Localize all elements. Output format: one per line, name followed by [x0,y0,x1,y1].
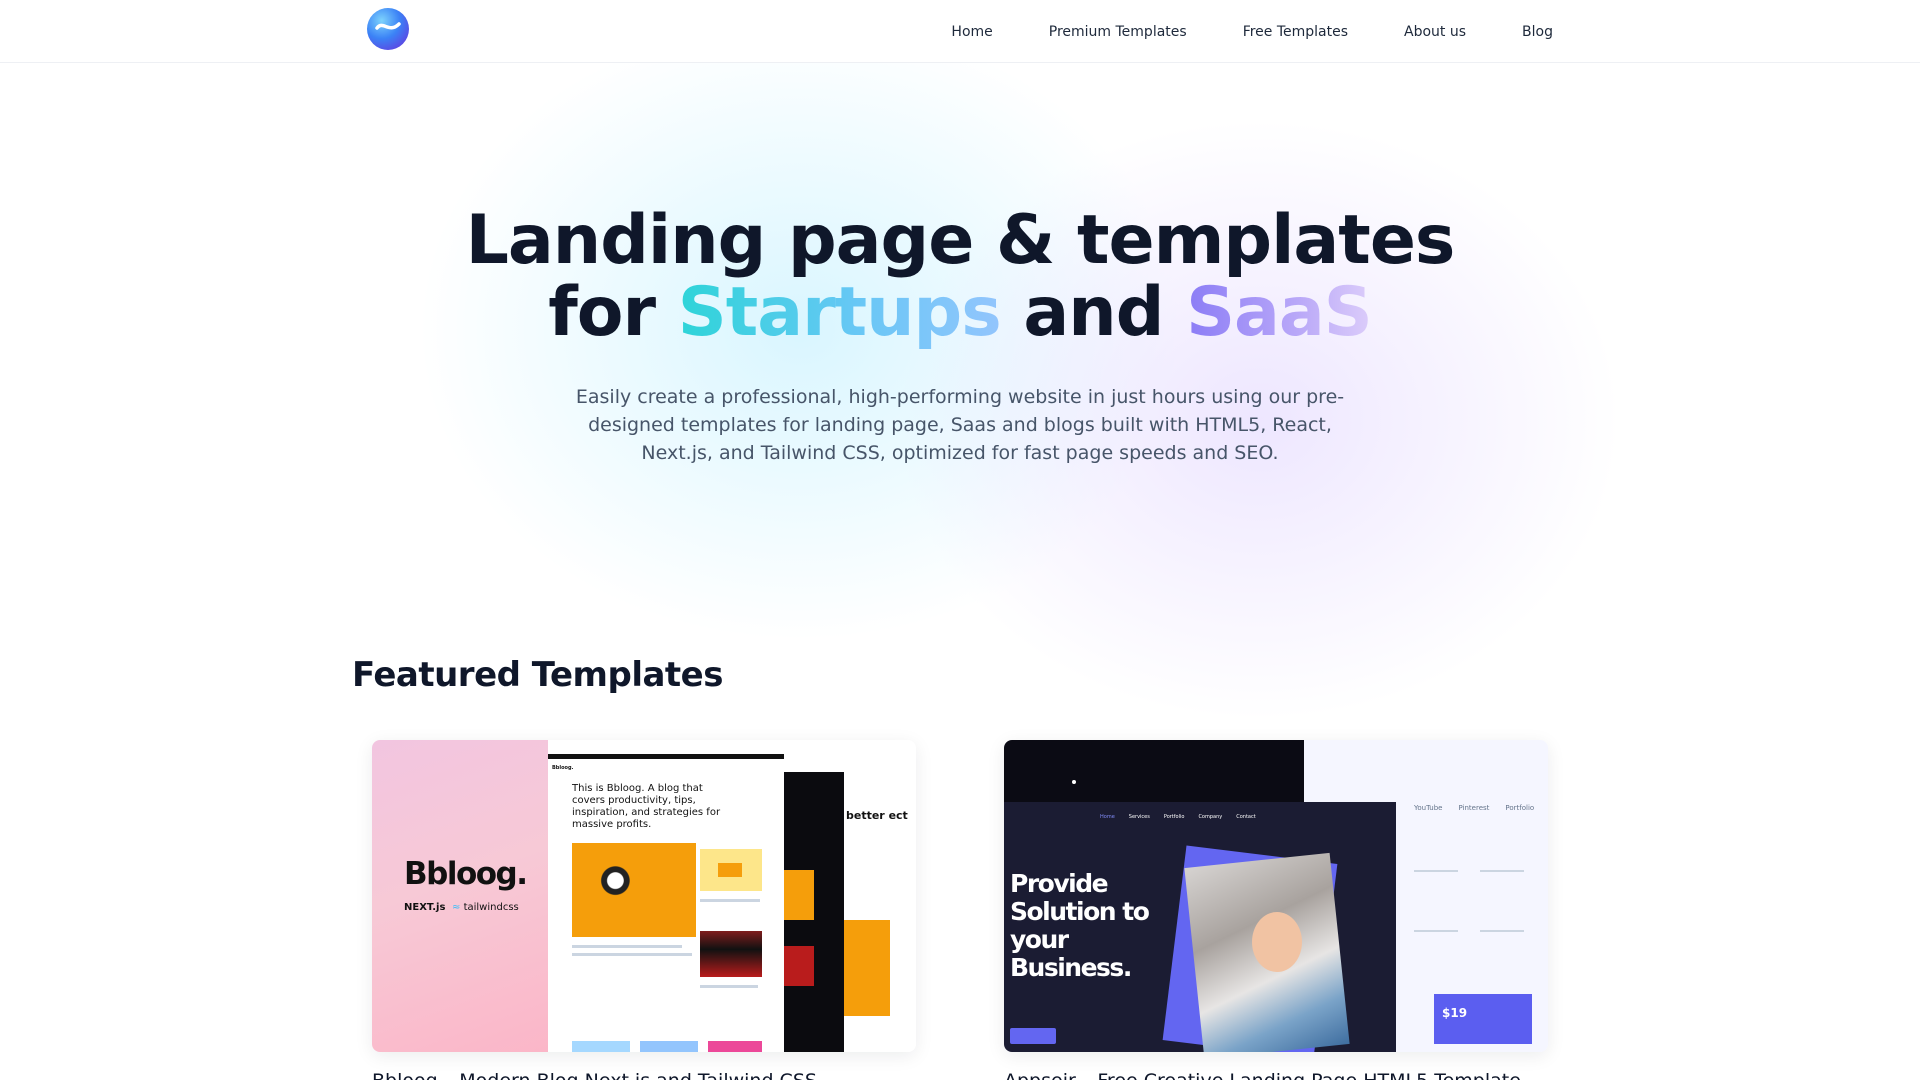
nav-about-us[interactable]: About us [1404,24,1466,40]
bbloog-preview-dark-image-2 [784,946,814,986]
appseir-nav-item: Company [1198,814,1223,820]
nav-free-templates[interactable]: Free Templates [1243,24,1348,40]
bbloog-preview-logo: Bbloog. [552,765,574,771]
hero-title: Landing page & templates for Startups an… [0,205,1920,349]
appseir-nav-item: Contact [1236,814,1256,820]
appseir-nav-item: Services [1128,814,1150,820]
bbloog-cover: Bbloog. NEXT.js ≈ tailwindcss [372,740,548,1052]
preview-text-line [700,985,758,988]
portfolio-logo: Portfolio [1505,804,1535,812]
nav-premium-templates[interactable]: Premium Templates [1049,24,1187,40]
hero-title-and: and [1023,273,1164,352]
bbloog-preview-image-5 [640,1041,698,1052]
card-title-appseir[interactable]: Appseir – Free Creative Landing Page HTM… [1004,1070,1521,1080]
template-card-appseir[interactable]: YouTube Pinterest Portfolio $19 Home Ser… [1004,740,1548,1052]
bbloog-preview-heading: This is Bbloog. A blog that covers produ… [572,783,721,830]
hero-title-line1: Landing page & templates [465,201,1456,280]
site-header: Home Premium Templates Free Templates Ab… [0,0,1920,63]
bbloog-preview-page: Bbloog. This is Bbloog. A blog that cove… [548,754,784,1052]
hero-subtitle: Easily create a professional, high-perfo… [575,386,1345,464]
appseir-price-card: $19 [1434,994,1532,1044]
bbloog-preview-image-3 [700,931,762,977]
hero-title-startups: Startups [677,273,1002,352]
appseir-photo-person [1252,912,1302,972]
preview-text-line [572,945,682,948]
appseir-brand-logos: YouTube Pinterest Portfolio [1414,804,1534,812]
youtube-logo: YouTube [1414,804,1443,812]
nav-home[interactable]: Home [951,24,992,40]
bbloog-preview-image-4 [572,1041,630,1052]
nav-blog[interactable]: Blog [1522,24,1553,40]
bbloog-preview-side-image [844,920,890,1016]
nextjs-logo: NEXT.js [404,902,446,913]
appseir-preview-hero: Home Services Portfolio Company Contact … [1004,802,1396,1052]
hero-title-for: for [548,273,656,352]
tailwind-logo: ≈ tailwindcss [452,902,519,913]
featured-templates-heading: Featured Templates [352,655,723,695]
pinterest-logo: Pinterest [1458,804,1490,812]
feature-text-line [1414,930,1458,932]
bbloog-preview-side-text: better ect [846,809,908,822]
preview-text-line [572,953,692,956]
preview-text-line [700,899,760,902]
appseir-headline: Provide Solution to your Business. [1010,869,1150,982]
appseir-nav-item: Portfolio [1163,814,1185,820]
bbloog-brand: Bbloog. [404,856,528,892]
appseir-preview-nav: Home Services Portfolio Company Contact [1100,814,1256,820]
tailwind-logo-text: tailwindcss [463,902,519,913]
main-nav: Home Premium Templates Free Templates Ab… [951,0,1553,63]
bbloog-preview-image-1 [572,843,696,937]
wave-logo-icon[interactable] [367,8,409,50]
feature-text-line [1480,870,1524,872]
bbloog-preview-right: better ect [844,786,916,1052]
appseir-preview-top [1004,740,1304,804]
feature-text-line [1414,870,1458,872]
appseir-preview-button [1010,1028,1056,1044]
template-card-bbloog[interactable]: Bbloog. NEXT.js ≈ tailwindcss Bbloog. Th… [372,740,916,1052]
appseir-nav-item: Home [1100,814,1115,820]
hero-title-saas: SaaS [1186,273,1373,352]
feature-text-line [1480,930,1524,932]
bbloog-preview-image-6 [708,1041,762,1052]
appseir-preview-dot [1072,780,1076,784]
card-title-bbloog[interactable]: Bbloog – Modern Blog Next.js and Tailwin… [372,1070,817,1080]
bbloog-preview-dark-image [784,870,814,920]
bbloog-preview-image-2 [700,849,762,891]
